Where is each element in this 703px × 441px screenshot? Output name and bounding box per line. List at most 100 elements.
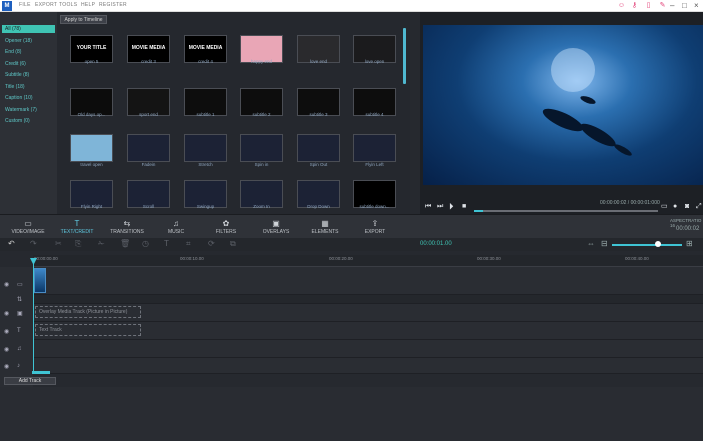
tab-elements[interactable]: ▦ ELEMENTS — [300, 219, 350, 235]
template-label: love open — [364, 59, 385, 64]
zoom-slider[interactable] — [612, 244, 682, 246]
tab-label: TRANSITIONS — [110, 229, 144, 235]
category-credit[interactable]: Credit (6) — [2, 60, 55, 68]
template-label: subtitle 4 — [365, 112, 384, 117]
template-label: love end — [309, 59, 327, 64]
template-label: Swingup — [196, 204, 215, 209]
tab-overlays[interactable]: ▣ OVERLAYS — [251, 219, 301, 235]
text-track-placeholder[interactable]: Text Track — [35, 324, 141, 336]
tab-filters[interactable]: ✿ FILTERS — [201, 219, 251, 235]
eye-icon[interactable]: ◉ — [4, 346, 9, 353]
menu-help[interactable]: HELP — [81, 2, 95, 8]
category-custom[interactable]: Custom (0) — [2, 117, 55, 125]
undo-icon[interactable]: ↶ — [8, 239, 15, 249]
minimize-icon[interactable]: – — [670, 1, 674, 11]
template-thumbnail[interactable] — [184, 134, 227, 162]
template-label: credit 4 — [198, 59, 213, 64]
tab-label: TEXT/CREDIT — [60, 229, 94, 235]
camera-icon[interactable]: ◙ — [685, 203, 689, 211]
copy-icon[interactable]: ⎘ — [75, 239, 81, 249]
preview-video — [423, 25, 703, 185]
template-thumbnail[interactable] — [70, 134, 113, 162]
category-opener[interactable]: Opener (18) — [2, 37, 55, 45]
template-label: Old days op... — [77, 112, 106, 117]
category-end[interactable]: End (8) — [2, 48, 55, 56]
menu-export[interactable]: EXPORT — [35, 2, 57, 8]
prev-frame-icon[interactable]: ⏮ — [425, 203, 431, 211]
template-label: Spin in — [254, 162, 269, 167]
template-label: open 5 — [84, 59, 99, 64]
eye-icon[interactable]: ◉ — [4, 281, 9, 288]
link-icon[interactable]: ⇅ — [17, 296, 22, 303]
tab-export[interactable]: ⇪ EXPORT — [350, 219, 400, 235]
category-all[interactable]: All (78) — [2, 25, 55, 33]
preview-scrubber[interactable] — [474, 210, 658, 212]
ruler-mark: 00:00:10.00 — [180, 256, 204, 261]
play-icon[interactable]: ⏵ — [449, 202, 454, 211]
feedback-icon[interactable]: ✎ — [658, 2, 667, 10]
template-label: subtitle down... — [359, 204, 390, 209]
crop-icon[interactable]: ⌗ — [186, 239, 191, 249]
music-track-icon: ♫ — [17, 346, 22, 352]
template-thumbnail[interactable] — [353, 134, 396, 162]
template-label: happy end — [250, 59, 273, 64]
close-icon[interactable]: × — [694, 1, 699, 11]
rotate-icon[interactable]: ⟳ — [208, 239, 215, 249]
menu-bar: M FILE EXPORT TOOLS HELP REGISTER ☺ ⚷ ▯ … — [0, 0, 703, 12]
redo-icon[interactable]: ↷ — [30, 239, 37, 249]
menu-register[interactable]: REGISTER — [99, 2, 127, 8]
playhead[interactable] — [33, 258, 34, 373]
split-icon[interactable]: ✁ — [98, 239, 105, 249]
video-track[interactable] — [33, 267, 703, 295]
tab-icon: ✿ — [222, 219, 230, 228]
audio-track[interactable] — [33, 358, 703, 374]
next-frame-icon[interactable]: ⏭ — [437, 203, 443, 211]
template-label: Spin Out — [309, 162, 328, 167]
cart-icon[interactable]: ▯ — [644, 2, 653, 10]
text-icon[interactable]: T — [164, 239, 169, 249]
key-icon[interactable]: ⚷ — [630, 2, 639, 10]
music-track[interactable] — [33, 340, 703, 358]
eye-icon[interactable]: ◉ — [4, 310, 9, 317]
snapshot-icon[interactable]: ▭ — [661, 203, 668, 211]
library-scrollbar[interactable] — [403, 28, 406, 84]
template-thumbnail[interactable] — [127, 134, 170, 162]
maximize-icon[interactable]: □ — [682, 1, 687, 11]
detach-icon[interactable]: ⧉ — [230, 239, 236, 249]
menu-file[interactable]: FILE — [19, 2, 31, 8]
tab-transitions[interactable]: ⇆ TRANSITIONS — [102, 219, 152, 235]
timeline-ruler[interactable] — [33, 255, 703, 267]
tab-icon: ▦ — [321, 219, 329, 228]
tab-text-credit[interactable]: T TEXT/CREDIT — [52, 219, 102, 235]
apply-to-timeline-button[interactable]: Apply to Timeline — [60, 15, 107, 24]
fit-icon[interactable]: ⇔ — [587, 239, 595, 249]
timeline-scrollbar[interactable] — [32, 371, 50, 374]
fullscreen-icon[interactable]: ⤢ — [696, 203, 702, 211]
cut-icon[interactable]: ✂ — [55, 239, 62, 249]
category-subtitle[interactable]: Subtitle (8) — [2, 71, 55, 79]
stop-icon[interactable]: ■ — [462, 203, 466, 211]
speed-icon[interactable]: ◷ — [142, 239, 149, 249]
menu-tools[interactable]: TOOLS — [59, 2, 77, 8]
template-thumbnail[interactable] — [240, 134, 283, 162]
zoom-out-icon[interactable]: ⊟ — [601, 239, 608, 249]
category-title[interactable]: Title (18) — [2, 83, 55, 91]
zoom-in-icon[interactable]: ⊞ — [686, 239, 693, 249]
account-icon[interactable]: ☺ — [617, 2, 626, 10]
add-track-button[interactable]: Add Track — [4, 377, 56, 385]
eye-icon[interactable]: ◉ — [4, 328, 9, 335]
overlay-track-placeholder[interactable]: Overlay Media Track (Picture in Picture) — [35, 306, 141, 318]
video-clip[interactable] — [34, 268, 46, 293]
ruler-mark: 00:00:30.00 — [477, 256, 501, 261]
tab-video-image[interactable]: ▭ VIDEO/IMAGE — [3, 219, 53, 235]
timeline-timecode: 00:00:01.00 — [420, 241, 452, 247]
audio-track-icon: ♪ — [17, 363, 20, 369]
mic-icon[interactable]: ● — [673, 203, 677, 211]
template-thumbnail[interactable] — [297, 134, 340, 162]
zoom-slider-knob[interactable] — [654, 241, 661, 247]
category-caption[interactable]: Caption (10) — [2, 94, 55, 102]
tab-music[interactable]: ♫ MUSIC — [151, 219, 201, 235]
delete-icon[interactable]: 🗑 — [120, 239, 130, 249]
category-watermark[interactable]: Watermark (7) — [2, 106, 55, 114]
eye-icon[interactable]: ◉ — [4, 363, 9, 370]
